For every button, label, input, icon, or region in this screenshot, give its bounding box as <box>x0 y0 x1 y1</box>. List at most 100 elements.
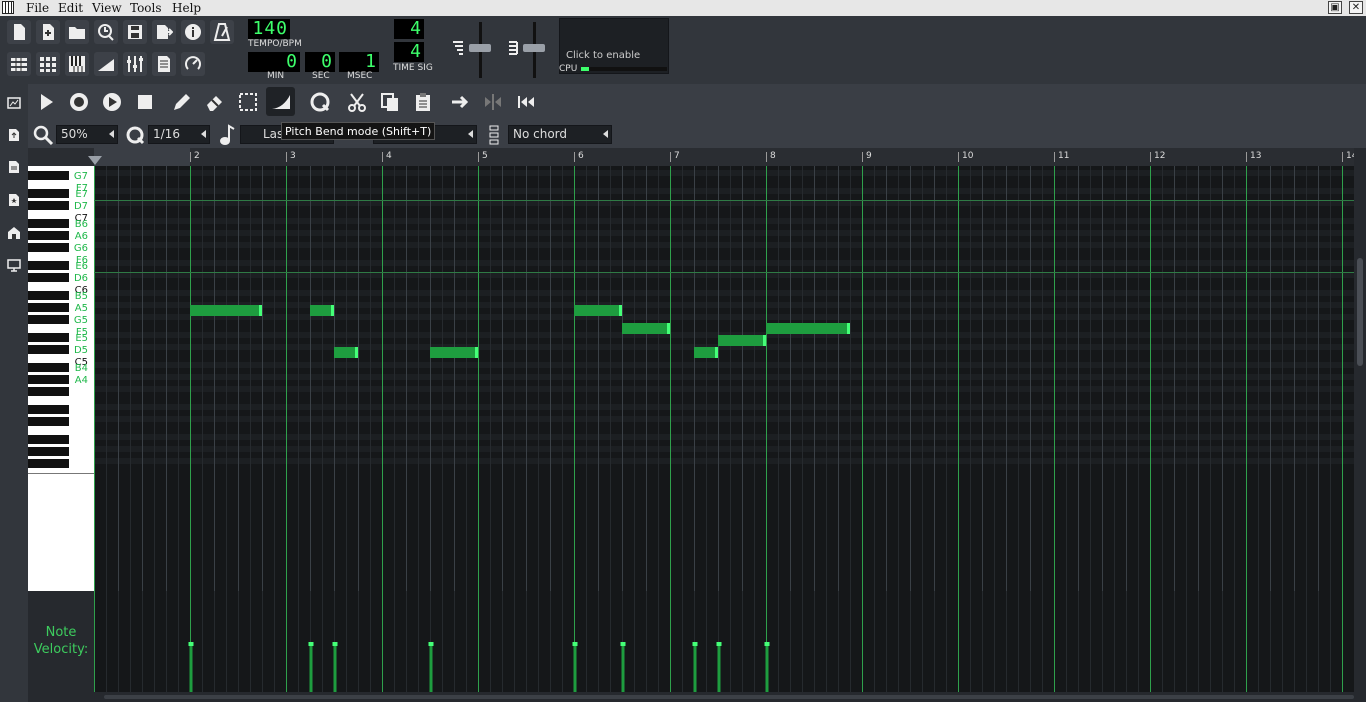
black-key[interactable] <box>28 345 69 354</box>
time-sig-numerator-display[interactable]: 4 <box>394 19 424 39</box>
velocity-handle[interactable] <box>692 642 698 646</box>
record-while-playing-button[interactable] <box>97 87 126 116</box>
automation-editor-button[interactable] <box>94 52 118 76</box>
save-project-button[interactable] <box>123 20 147 44</box>
playhead-marker-icon[interactable] <box>88 156 102 165</box>
black-key[interactable] <box>28 231 69 240</box>
note[interactable] <box>430 347 478 358</box>
master-pitch-slider[interactable] <box>505 20 549 80</box>
black-key[interactable] <box>28 219 69 228</box>
black-key[interactable] <box>28 405 69 414</box>
time-sig-denominator-display[interactable]: 4 <box>394 42 424 62</box>
piano-roll-button[interactable] <box>65 52 89 76</box>
black-key[interactable] <box>28 333 69 342</box>
pitch-bend-mode-button[interactable] <box>266 87 295 116</box>
velocity-handle[interactable] <box>308 642 314 646</box>
velocity-bar[interactable] <box>573 644 577 692</box>
note-grid[interactable] <box>94 166 1354 591</box>
black-key[interactable] <box>28 447 69 456</box>
black-key[interactable] <box>28 459 69 468</box>
note[interactable] <box>310 305 334 316</box>
recent-projects-button[interactable] <box>94 20 118 44</box>
time-min-display[interactable]: 0 <box>248 52 300 72</box>
note[interactable] <box>694 347 718 358</box>
time-sec-display[interactable]: 0 <box>305 52 335 72</box>
velocity-bar[interactable] <box>189 644 193 692</box>
horizontal-scrollbar-thumb[interactable] <box>104 695 1354 699</box>
whats-this-button[interactable] <box>181 20 205 44</box>
velocity-handle[interactable] <box>332 642 338 646</box>
computer-icon[interactable] <box>7 258 21 272</box>
velocity-bar[interactable] <box>333 644 337 692</box>
velocity-bar[interactable] <box>693 644 697 692</box>
black-key[interactable] <box>28 291 69 300</box>
vertical-scrollbar-thumb[interactable] <box>1357 258 1363 366</box>
copy-button[interactable] <box>375 87 404 116</box>
restore-window-button[interactable]: ▣ <box>1328 1 1342 14</box>
erase-mode-button[interactable] <box>200 87 229 116</box>
stop-button[interactable] <box>130 87 159 116</box>
velocity-bar[interactable] <box>717 644 721 692</box>
velocity-editor[interactable] <box>94 591 1354 692</box>
beat-editor-button[interactable] <box>36 52 60 76</box>
zoom-select[interactable]: 50% <box>56 125 118 144</box>
velocity-handle[interactable] <box>572 642 578 646</box>
play-button[interactable] <box>31 87 60 116</box>
menu-help[interactable]: Help <box>172 0 201 16</box>
black-key[interactable] <box>28 315 69 324</box>
black-key[interactable] <box>28 273 69 282</box>
note-resize-handle[interactable] <box>667 323 670 334</box>
black-key[interactable] <box>28 387 69 396</box>
rewind-to-start-button[interactable] <box>511 87 540 116</box>
note-resize-handle[interactable] <box>763 335 766 346</box>
velocity-handle[interactable] <box>428 642 434 646</box>
velocity-bar[interactable] <box>621 644 625 692</box>
chord-select[interactable]: No chord <box>508 125 612 144</box>
new-project-button[interactable] <box>7 20 31 44</box>
horizontal-scrollbar[interactable] <box>94 692 1358 702</box>
black-key[interactable] <box>28 261 69 270</box>
black-key[interactable] <box>28 171 69 180</box>
timeline-ruler[interactable]: 2 3 4 5 6 7 8 9 10 11 12 13 14 <box>28 148 1358 166</box>
black-key[interactable] <box>28 435 69 444</box>
note[interactable] <box>334 347 358 358</box>
home-folder-icon[interactable] <box>7 226 21 240</box>
note-resize-handle[interactable] <box>847 323 850 334</box>
controller-rack-button[interactable] <box>181 52 205 76</box>
note-resize-handle[interactable] <box>355 347 358 358</box>
note-resize-handle[interactable] <box>475 347 478 358</box>
velocity-handle[interactable] <box>188 642 194 646</box>
velocity-handle[interactable] <box>764 642 770 646</box>
note-resize-handle[interactable] <box>331 305 334 316</box>
note[interactable] <box>574 305 622 316</box>
draw-mode-button[interactable] <box>167 87 196 116</box>
record-button[interactable] <box>64 87 93 116</box>
close-window-button[interactable]: ✕ <box>1349 1 1363 14</box>
master-volume-slider[interactable] <box>451 20 495 80</box>
project-notes-button[interactable] <box>152 52 176 76</box>
note[interactable] <box>718 335 766 346</box>
velocity-handle[interactable] <box>620 642 626 646</box>
note-resize-handle[interactable] <box>715 347 718 358</box>
export-project-button[interactable] <box>152 20 176 44</box>
instrument-plugins-icon[interactable] <box>7 96 21 110</box>
select-mode-button[interactable] <box>233 87 262 116</box>
black-key[interactable] <box>28 243 69 252</box>
my-samples-icon[interactable] <box>7 160 21 174</box>
menu-tools[interactable]: Tools <box>130 0 162 16</box>
velocity-bar[interactable] <box>765 644 769 692</box>
black-key[interactable] <box>28 417 69 426</box>
note-grid-canvas[interactable] <box>94 166 1354 591</box>
stop-behaviour-button[interactable] <box>445 87 474 116</box>
mixer-button[interactable] <box>123 52 147 76</box>
quantize-button[interactable] <box>305 87 334 116</box>
stop-return-button[interactable] <box>478 87 507 116</box>
note[interactable] <box>766 323 850 334</box>
velocity-handle[interactable] <box>716 642 722 646</box>
menu-edit[interactable]: Edit <box>58 0 83 16</box>
cut-button[interactable] <box>342 87 371 116</box>
my-presets-icon[interactable] <box>7 193 21 207</box>
black-key[interactable] <box>28 363 69 372</box>
loop-region[interactable] <box>94 148 190 166</box>
note-resize-handle[interactable] <box>619 305 622 316</box>
